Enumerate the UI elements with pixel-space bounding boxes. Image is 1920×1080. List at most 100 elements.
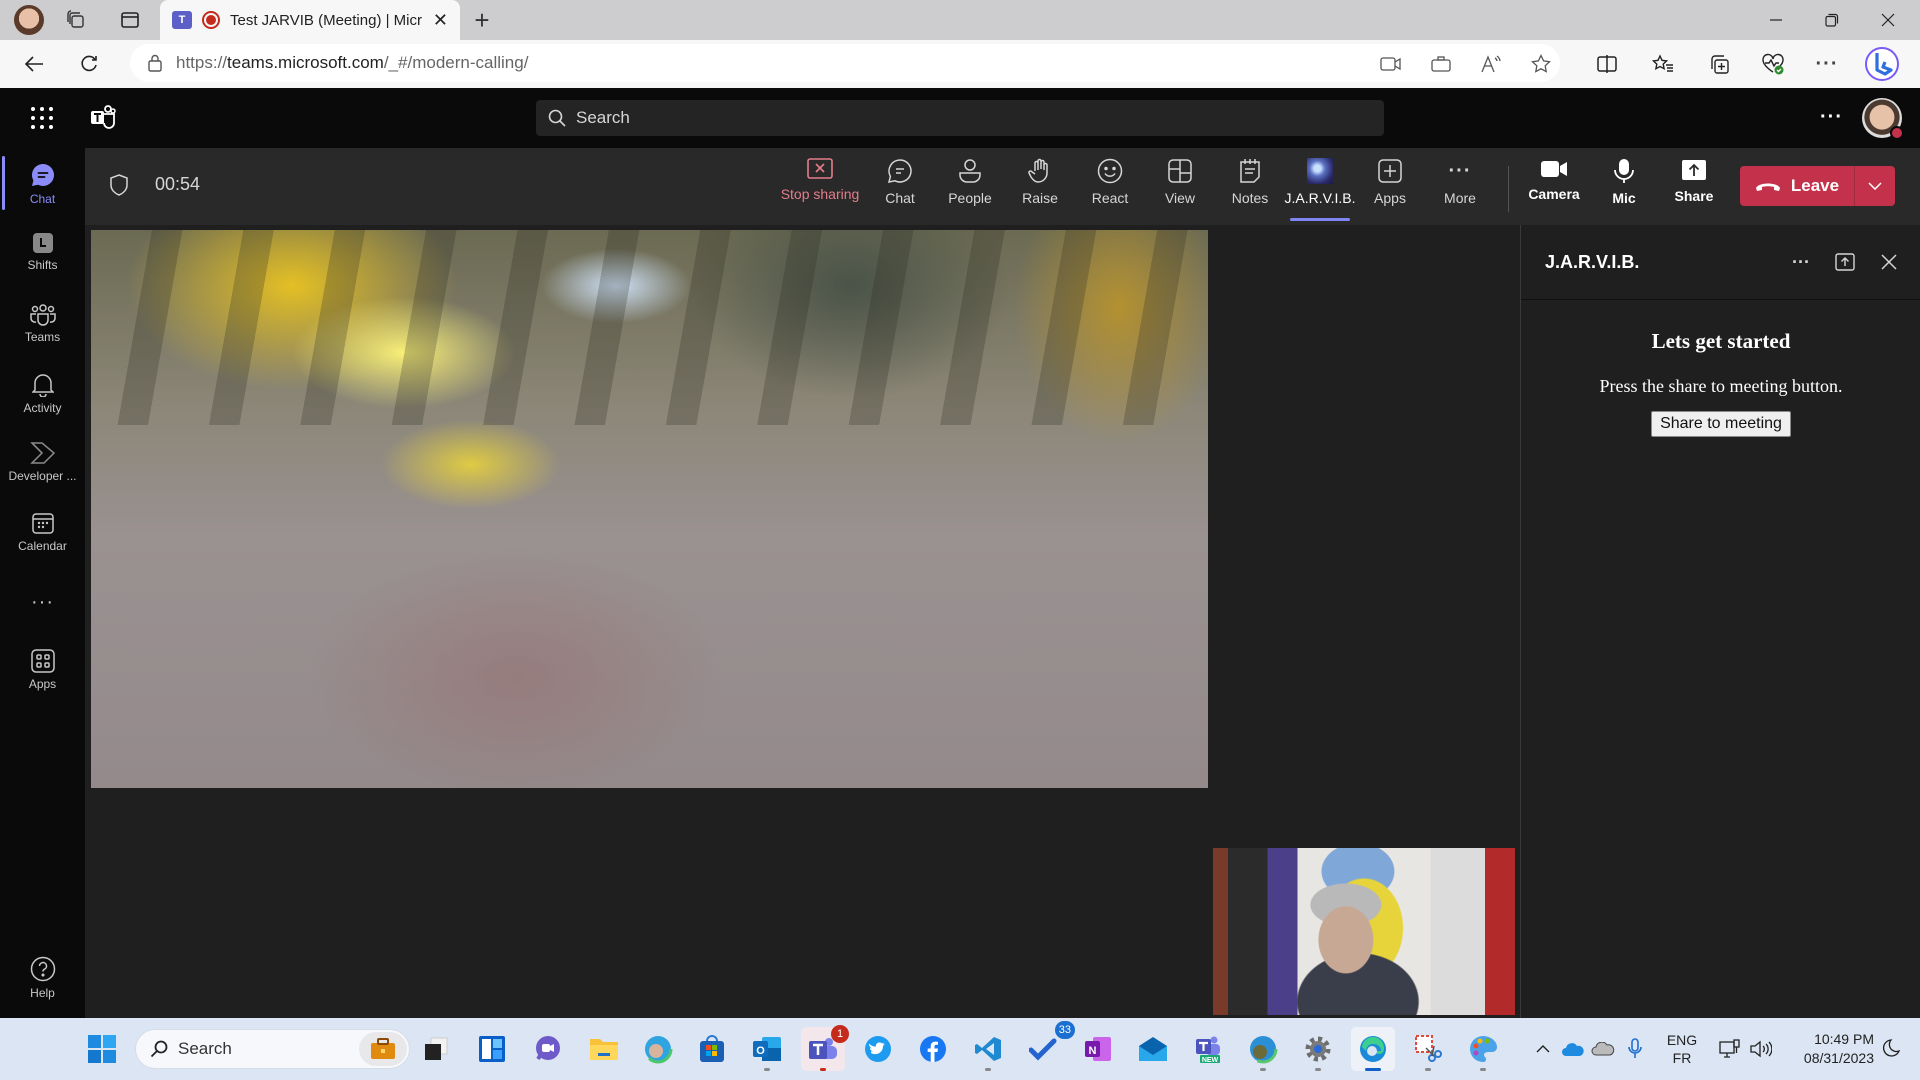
shared-content-video[interactable] xyxy=(91,230,1208,788)
read-aloud-icon[interactable] xyxy=(1474,48,1508,80)
restore-icon[interactable] xyxy=(1804,0,1860,40)
close-panel-icon[interactable] xyxy=(1867,240,1911,284)
browser-essentials-icon[interactable] xyxy=(1756,48,1790,80)
settings-more-icon[interactable]: ··· xyxy=(1810,48,1844,80)
camera-button[interactable]: Camera xyxy=(1519,158,1589,218)
taskbar-teams-chat[interactable] xyxy=(526,1027,570,1071)
share-button[interactable]: Share xyxy=(1659,158,1729,218)
teams-search-input[interactable]: Search xyxy=(536,100,1384,136)
jarvib-app-button[interactable]: J.A.R.V.I.B. xyxy=(1284,158,1356,221)
shifts-icon xyxy=(32,232,54,254)
apps-button[interactable]: Apps xyxy=(1355,158,1425,218)
taskbar-search-input[interactable]: Search xyxy=(135,1029,410,1069)
teams-icon xyxy=(29,304,56,326)
rail-item-shifts[interactable]: Shifts xyxy=(0,222,85,282)
taskbar-edge-dev[interactable] xyxy=(1241,1027,1285,1071)
toolbar-label: Notes xyxy=(1231,190,1269,206)
bing-copilot-icon[interactable] xyxy=(1862,44,1902,84)
network-ethernet-icon[interactable] xyxy=(1715,1018,1745,1080)
split-screen-icon[interactable] xyxy=(1590,48,1624,80)
taskbar-mail[interactable] xyxy=(1131,1027,1175,1071)
rail-item-activity[interactable]: Activity xyxy=(0,364,85,424)
panel-more-icon[interactable]: ··· xyxy=(1779,240,1823,284)
start-button[interactable] xyxy=(80,1027,124,1071)
taskbar-paint[interactable] xyxy=(1461,1027,1505,1071)
taskbar-widgets[interactable] xyxy=(470,1027,514,1071)
taskbar-task-view[interactable] xyxy=(414,1027,458,1071)
taskbar-todo[interactable]: 33 xyxy=(1021,1021,1075,1071)
close-window-icon[interactable] xyxy=(1860,0,1916,40)
taskbar-file-explorer[interactable] xyxy=(582,1027,626,1071)
meeting-stage: 00:54 Stop sharing Chat People Raise Rea… xyxy=(85,148,1920,1018)
taskbar-edge[interactable] xyxy=(1351,1027,1395,1071)
self-view-video[interactable] xyxy=(1213,848,1515,1015)
rail-item-teams[interactable]: Teams xyxy=(0,294,85,354)
pop-out-icon[interactable] xyxy=(1823,240,1867,284)
collections-icon[interactable] xyxy=(1702,48,1736,80)
input-language-indicator[interactable]: ENG FR xyxy=(1660,1018,1704,1080)
rail-item-apps[interactable]: Apps xyxy=(0,640,85,700)
mic-button[interactable]: Mic xyxy=(1589,158,1659,218)
shield-icon[interactable] xyxy=(109,174,129,196)
leave-options-chevron-icon[interactable] xyxy=(1855,166,1895,206)
minimize-icon[interactable] xyxy=(1748,0,1804,40)
onedrive-icon[interactable] xyxy=(1558,1018,1588,1080)
user-avatar[interactable] xyxy=(1862,98,1904,140)
camera-in-use-icon[interactable] xyxy=(1374,48,1408,80)
back-icon[interactable] xyxy=(17,48,51,80)
taskbar-teams[interactable]: 1 xyxy=(801,1025,849,1071)
app-launcher-icon[interactable] xyxy=(30,106,54,130)
taskbar-settings[interactable] xyxy=(1296,1027,1340,1071)
view-button[interactable]: View xyxy=(1145,158,1215,218)
focus-moon-icon[interactable] xyxy=(1876,1018,1906,1080)
running-indicator xyxy=(1260,1068,1266,1071)
url-field[interactable]: https://teams.microsoft.com/_#/modern-ca… xyxy=(130,44,1560,82)
rail-item-help[interactable]: Help xyxy=(0,948,85,1008)
rail-label: Teams xyxy=(24,330,61,344)
new-tab-icon[interactable]: + xyxy=(468,5,496,35)
close-tab-icon[interactable]: ✕ xyxy=(433,10,448,31)
svg-text:NEW: NEW xyxy=(1202,1057,1219,1064)
onedrive-personal-icon[interactable] xyxy=(1588,1018,1618,1080)
favorites-icon[interactable] xyxy=(1646,48,1680,80)
browser-tab-active[interactable]: T Test JARVIB (Meeting) | Micr ✕ xyxy=(160,0,460,40)
react-button[interactable]: React xyxy=(1075,158,1145,218)
workspaces-icon[interactable] xyxy=(1424,48,1458,80)
favorite-star-icon[interactable] xyxy=(1524,48,1558,80)
taskbar-edge-profile[interactable] xyxy=(636,1027,680,1071)
taskbar-microsoft-store[interactable] xyxy=(690,1027,734,1071)
more-button[interactable]: ··· More xyxy=(1425,158,1495,218)
refresh-icon[interactable] xyxy=(72,48,106,80)
volume-icon[interactable] xyxy=(1746,1018,1776,1080)
collections-tabs-icon[interactable] xyxy=(62,8,90,32)
rail-item-calendar[interactable]: Calendar xyxy=(0,502,85,562)
clock[interactable]: 10:49 PM 08/31/2023 xyxy=(1782,1018,1874,1080)
search-highlight-briefcase-icon[interactable] xyxy=(359,1032,407,1066)
vertical-tabs-icon[interactable] xyxy=(116,8,144,32)
taskbar-vscode[interactable] xyxy=(966,1027,1010,1071)
people-button[interactable]: People xyxy=(935,158,1005,218)
rail-item-chat[interactable]: Chat xyxy=(0,154,85,214)
show-hidden-icons-chevron-icon[interactable] xyxy=(1528,1018,1558,1080)
lock-icon xyxy=(148,54,162,72)
taskbar-snipping-tool[interactable] xyxy=(1406,1027,1450,1071)
taskbar-facebook[interactable] xyxy=(911,1027,955,1071)
rail-item-developer-portal[interactable]: Developer ... xyxy=(0,432,85,492)
smiley-icon xyxy=(1097,158,1123,184)
teams-settings-more-icon[interactable]: ··· xyxy=(1820,106,1843,129)
hang-up-icon xyxy=(1755,180,1781,192)
leave-button[interactable]: Leave xyxy=(1740,166,1855,206)
notes-button[interactable]: Notes xyxy=(1215,158,1285,218)
stop-sharing-button[interactable]: Stop sharing xyxy=(775,158,865,218)
taskbar-teams-new[interactable]: NEW xyxy=(1186,1027,1230,1071)
microphone-in-use-icon[interactable] xyxy=(1620,1018,1650,1080)
rail-item-more[interactable]: ··· xyxy=(0,572,85,632)
taskbar-outlook[interactable]: O xyxy=(745,1027,789,1071)
profile-avatar-icon[interactable] xyxy=(14,5,44,35)
taskbar-onenote[interactable]: N xyxy=(1076,1027,1120,1071)
share-to-meeting-button[interactable]: Share to meeting xyxy=(1651,411,1791,437)
chat-button[interactable]: Chat xyxy=(865,158,935,218)
raise-hand-button[interactable]: Raise xyxy=(1005,158,1075,218)
tab-title: Test JARVIB (Meeting) | Micr xyxy=(230,11,422,29)
taskbar-twitter[interactable] xyxy=(856,1027,900,1071)
